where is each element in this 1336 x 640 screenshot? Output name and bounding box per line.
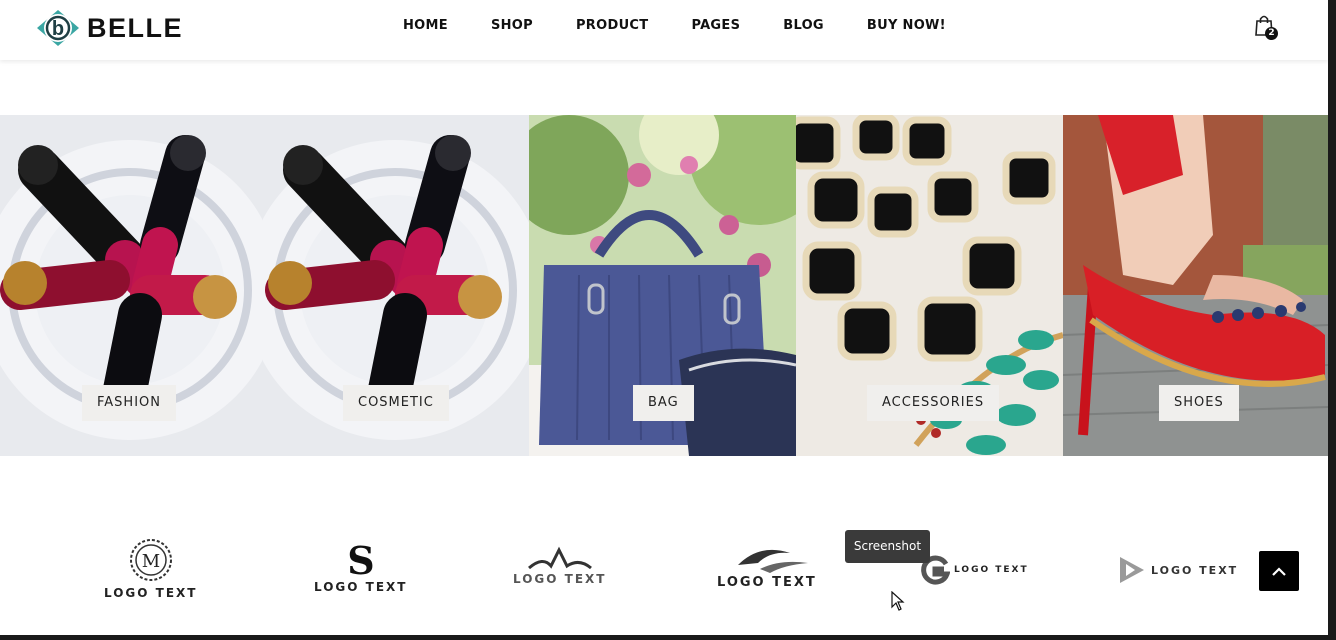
brand-2-mark: S [347, 540, 374, 578]
nav-product[interactable]: PRODUCT [576, 18, 648, 33]
back-to-top-button[interactable] [1259, 551, 1299, 591]
brand-1-emblem-icon: M [129, 539, 172, 581]
category-tile-cosmetic[interactable]: COSMETIC [262, 115, 529, 456]
site-header: b BELLE HOME SHOP PRODUCT PAGES BLOG BUY… [0, 0, 1328, 60]
page: b BELLE HOME SHOP PRODUCT PAGES BLOG BUY… [0, 0, 1328, 635]
brand-logo-3[interactable]: LOGO TEXT [513, 546, 606, 586]
category-tile-shoes[interactable]: SHOES [1063, 115, 1328, 456]
brand-logo-1[interactable]: M LOGO TEXT [104, 538, 197, 600]
nav-shop[interactable]: SHOP [491, 18, 533, 33]
nav-buy-now[interactable]: BUY NOW! [867, 18, 946, 33]
category-tile-bag[interactable]: BAG [529, 115, 796, 456]
brand-3-text: LOGO TEXT [513, 572, 607, 586]
brand-4-text: LOGO TEXT [717, 575, 817, 590]
brand-logo-2[interactable]: S LOGO TEXT [314, 540, 407, 594]
cart-count-badge: 2 [1265, 27, 1278, 40]
brand-logo-6[interactable]: LOGO TEXT [1117, 555, 1238, 585]
brand-4-swoosh-icon [737, 549, 808, 573]
main-nav: HOME SHOP PRODUCT PAGES BLOG BUY NOW! [403, 18, 989, 33]
category-label-cosmetic: COSMETIC [343, 385, 449, 421]
category-label-accessories: ACCESSORIES [867, 385, 1000, 421]
category-label-shoes: SHOES [1159, 385, 1239, 421]
category-tile-fashion[interactable]: FASHION [0, 115, 262, 456]
logo-mark: b [37, 10, 79, 46]
brand-1-mark: M [142, 551, 160, 572]
brand-logo-4[interactable]: LOGO TEXT [717, 545, 817, 590]
brand-6-play-icon [1120, 557, 1144, 583]
brand-2-text: LOGO TEXT [314, 580, 408, 594]
nav-blog[interactable]: BLOG [783, 18, 824, 33]
category-label-bag: BAG [633, 385, 694, 421]
category-tile-accessories[interactable]: ACCESSORIES [796, 115, 1063, 456]
cart-button[interactable]: 2 [1254, 14, 1280, 42]
brand-2-s-icon: S [347, 540, 374, 578]
mouse-cursor-icon [891, 591, 905, 611]
window-bottom-edge [0, 635, 1336, 640]
nav-pages[interactable]: PAGES [691, 18, 740, 33]
logo-text: BELLE [87, 12, 184, 43]
brand-5-text: LOGO TEXT [954, 565, 1029, 575]
brand-logos: M LOGO TEXT S LOGO TEXT LOGO TEXT LOGO T… [0, 520, 1328, 620]
brand-6-text: LOGO TEXT [1151, 563, 1239, 577]
brand-3-wave-icon [527, 546, 592, 570]
window-right-edge [1328, 0, 1336, 640]
logo-letter: b [52, 18, 64, 40]
screenshot-tooltip: Screenshot [845, 530, 930, 563]
nav-home[interactable]: HOME [403, 18, 448, 33]
category-collections: FASHION COSMETIC BAG ACCESSORIES SHOES [0, 115, 1328, 456]
chevron-up-icon [1272, 567, 1286, 576]
site-logo[interactable]: b BELLE [33, 8, 183, 48]
brand-1-text: LOGO TEXT [104, 586, 198, 600]
brand-logo-5[interactable]: LOGO TEXT [920, 555, 1029, 585]
category-label-fashion: FASHION [82, 385, 176, 421]
